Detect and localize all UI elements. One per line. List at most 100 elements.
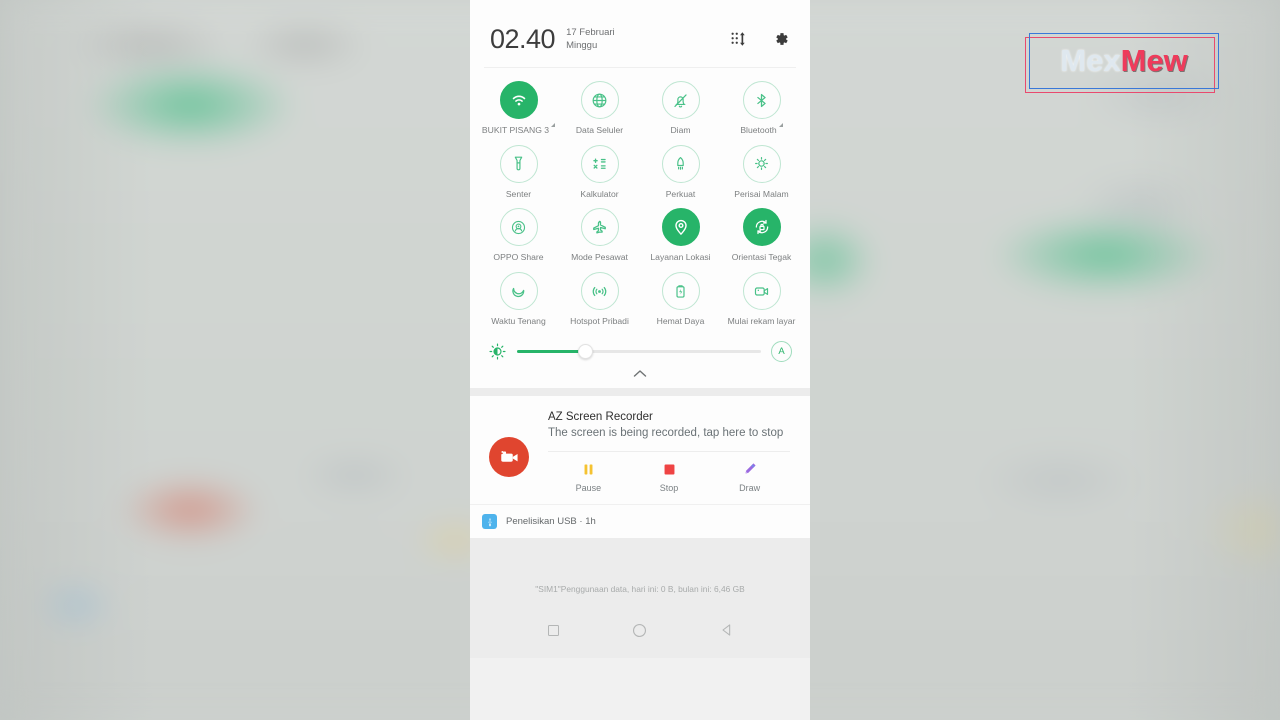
tile-label: Mulai rekam layar xyxy=(727,316,796,327)
expand-corner-icon[interactable] xyxy=(551,123,556,127)
tile-power-saving[interactable]: Hemat Daya xyxy=(640,272,721,327)
tile-rotation-lock[interactable]: Orientasi Tegak xyxy=(721,208,802,263)
tile-boost[interactable]: Perkuat xyxy=(640,144,721,200)
nav-home-button[interactable] xyxy=(625,615,655,645)
expand-corner-icon[interactable] xyxy=(778,123,783,127)
brightness-icon xyxy=(489,343,506,360)
location-pin-icon xyxy=(674,220,687,236)
slider-thumb[interactable] xyxy=(577,343,593,359)
back-triangle-icon xyxy=(722,624,730,636)
collapse-panel-button[interactable] xyxy=(470,364,810,384)
tile-calculator[interactable]: Kalkulator xyxy=(559,144,640,200)
tile-night-shield[interactable]: Perisai Malam xyxy=(721,144,802,200)
gear-icon[interactable] xyxy=(772,30,790,48)
auto-brightness-button[interactable]: A xyxy=(771,340,792,362)
brightness-row: A xyxy=(470,333,810,364)
tile-label-wrap: Bluetooth xyxy=(740,119,783,136)
tile-mobile-data[interactable]: Data Seluler xyxy=(559,81,640,136)
tile-circle xyxy=(499,208,538,247)
battery-saver-icon xyxy=(676,284,685,298)
tile-flashlight[interactable]: Senter xyxy=(478,144,559,200)
oppo-share-icon xyxy=(511,220,526,235)
mute-bell-icon xyxy=(674,93,687,108)
watermark-text-light: Mex xyxy=(1060,43,1121,78)
notification-message: The screen is being recorded, tap here t… xyxy=(548,426,784,439)
stop-icon xyxy=(664,464,674,475)
airplane-icon xyxy=(593,220,606,234)
tile-label: Bluetooth xyxy=(740,125,777,135)
moon-icon xyxy=(512,287,525,297)
header-icon-group xyxy=(730,30,790,48)
tile-circle xyxy=(661,81,700,119)
tile-label: Perisai Malam xyxy=(734,188,789,199)
tile-screen-record[interactable]: Mulai rekam layar xyxy=(721,272,802,327)
tile-oppo-share[interactable]: OPPO Share xyxy=(478,208,559,263)
rotation-lock-icon xyxy=(755,220,768,235)
tile-label: Hemat Daya xyxy=(656,316,705,327)
hotspot-icon xyxy=(592,286,607,296)
tile-label: Diam xyxy=(670,125,691,135)
nav-recents-button[interactable] xyxy=(538,615,568,645)
tile-silent[interactable]: Diam xyxy=(640,81,721,136)
notification-action-draw[interactable]: Draw xyxy=(709,461,790,493)
tile-label: OPPO Share xyxy=(493,252,544,263)
tile-label-wrap: BUKIT PISANG 3 xyxy=(481,119,556,136)
tile-label: Senter xyxy=(505,188,532,199)
pencil-icon xyxy=(745,463,756,474)
navigation-bar xyxy=(470,610,810,650)
bluetooth-icon xyxy=(757,93,766,107)
slider-fill xyxy=(517,349,586,353)
tile-label: Layanan Lokasi xyxy=(650,252,711,263)
action-label: Pause xyxy=(575,483,602,494)
home-circle-icon xyxy=(633,623,647,637)
notification-action-pause[interactable]: Pause xyxy=(548,461,629,493)
tile-label: Kalkulator xyxy=(580,188,619,199)
tile-circle xyxy=(661,272,700,311)
phone-screen: 02.40 17 Februari Minggu BUKIT PISANG 3 … xyxy=(470,0,810,720)
tile-circle xyxy=(661,208,700,247)
pause-icon xyxy=(584,464,593,475)
tile-airplane-mode[interactable]: Mode Pesawat xyxy=(559,208,640,263)
action-label: Draw xyxy=(739,483,761,494)
sim-data-usage-text: "SIM1"Penggunaan data, hari ini: 0 B, bu… xyxy=(535,584,745,595)
date-line-1: 17 Februari xyxy=(566,27,615,38)
nav-back-button[interactable] xyxy=(712,615,742,645)
flashlight-icon xyxy=(514,156,523,171)
tile-hotspot[interactable]: Hotspot Pribadi xyxy=(559,272,640,327)
tile-location[interactable]: Layanan Lokasi xyxy=(640,208,721,263)
notification-icon-column xyxy=(470,410,548,504)
tile-circle xyxy=(742,272,781,311)
tile-circle xyxy=(742,144,781,183)
date-block: 17 Februari Minggu xyxy=(566,27,615,53)
tile-bluetooth[interactable]: Bluetooth xyxy=(721,81,802,136)
notification-app-badge xyxy=(489,437,529,478)
chevron-up-icon xyxy=(633,370,647,377)
edit-tiles-icon[interactable] xyxy=(730,30,748,48)
tile-quiet-time[interactable]: Waktu Tenang xyxy=(478,272,559,327)
notification-action-stop[interactable]: Stop xyxy=(629,461,710,493)
tile-wifi[interactable]: BUKIT PISANG 3 xyxy=(478,81,559,136)
tile-label: Orientasi Tegak xyxy=(731,252,792,263)
notification-az-screen-recorder[interactable]: AZ Screen Recorder The screen is being r… xyxy=(470,395,810,505)
status-header: 02.40 17 Februari Minggu xyxy=(470,0,810,67)
notification-usb-debugging[interactable]: Penelisikan USB · 1h xyxy=(470,504,810,539)
wifi-icon xyxy=(512,95,525,106)
recents-square-icon xyxy=(547,624,559,636)
notification-title: AZ Screen Recorder xyxy=(548,410,653,423)
tiles-grid: BUKIT PISANG 3 Data Seluler Diam Bluetoo… xyxy=(470,68,810,333)
tile-label: Waktu Tenang xyxy=(491,316,546,327)
watermark-text: Mex Mew xyxy=(1029,33,1219,89)
calculator-icon xyxy=(593,158,606,170)
tile-circle xyxy=(499,272,538,311)
watermark-text-bold: Mew xyxy=(1120,43,1188,78)
night-shield-icon xyxy=(755,157,768,171)
tile-circle xyxy=(580,208,619,247)
tile-label: BUKIT PISANG 3 xyxy=(481,125,550,135)
brightness-slider[interactable] xyxy=(517,342,761,360)
tile-circle xyxy=(580,272,619,311)
globe-icon xyxy=(592,93,607,107)
tile-circle xyxy=(580,81,619,119)
usb-notification-text: Penelisikan USB · 1h xyxy=(506,516,596,528)
usb-icon-badge xyxy=(482,514,497,530)
date-line-2: Minggu xyxy=(566,39,598,51)
